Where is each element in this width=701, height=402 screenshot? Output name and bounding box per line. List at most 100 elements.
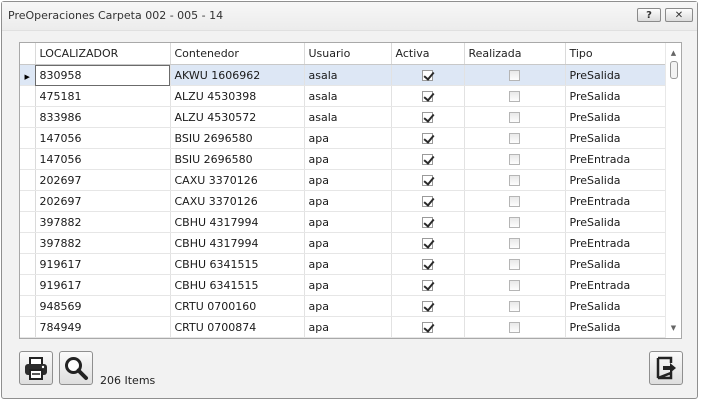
cell-contenedor[interactable]: BSIU 2696580 <box>170 127 305 149</box>
table-row[interactable]: 948569 CRTU 0700160 apa PreSalida <box>20 295 666 317</box>
cell-localizador[interactable]: 830958 <box>35 64 171 86</box>
realizada-checkbox[interactable] <box>509 217 520 228</box>
realizada-checkbox[interactable] <box>509 322 520 333</box>
cell-usuario[interactable]: apa <box>304 232 392 254</box>
cell-tipo[interactable]: PreSalida <box>565 169 666 191</box>
table-row[interactable]: 147056 BSIU 2696580 apa PreSalida <box>20 127 666 149</box>
cell-activa[interactable] <box>391 316 465 338</box>
cell-localizador[interactable]: 919617 <box>35 274 171 296</box>
activa-checkbox[interactable] <box>422 70 433 81</box>
cell-realizada[interactable] <box>464 64 566 86</box>
cell-activa[interactable] <box>391 106 465 128</box>
cell-tipo[interactable]: PreSalida <box>565 253 666 275</box>
cell-realizada[interactable] <box>464 190 566 212</box>
scroll-thumb[interactable] <box>670 61 678 79</box>
cell-tipo[interactable]: PreSalida <box>565 316 666 338</box>
cell-usuario[interactable]: apa <box>304 211 392 233</box>
cell-contenedor[interactable]: CBHU 6341515 <box>170 274 305 296</box>
activa-checkbox[interactable] <box>422 238 433 249</box>
help-button[interactable]: ? <box>637 8 661 22</box>
realizada-checkbox[interactable] <box>509 112 520 123</box>
cell-usuario[interactable]: asala <box>304 85 392 107</box>
cell-tipo[interactable]: PreSalida <box>565 127 666 149</box>
table-row[interactable]: 919617 CBHU 6341515 apa PreEntrada <box>20 274 666 296</box>
cell-activa[interactable] <box>391 211 465 233</box>
cell-tipo[interactable]: PreEntrada <box>565 232 666 254</box>
cell-localizador[interactable]: 784949 <box>35 316 171 338</box>
activa-checkbox[interactable] <box>422 217 433 228</box>
cell-realizada[interactable] <box>464 274 566 296</box>
realizada-checkbox[interactable] <box>509 70 520 81</box>
cell-localizador[interactable]: 202697 <box>35 190 171 212</box>
column-header-localizador[interactable]: LOCALIZADOR <box>35 43 171 65</box>
scroll-down-icon[interactable]: ▼ <box>666 322 681 334</box>
activa-checkbox[interactable] <box>422 280 433 291</box>
vertical-scrollbar[interactable]: ▲ ▼ <box>665 43 681 338</box>
cell-localizador[interactable]: 147056 <box>35 148 171 170</box>
realizada-checkbox[interactable] <box>509 91 520 102</box>
cell-localizador[interactable]: 147056 <box>35 127 171 149</box>
cell-activa[interactable] <box>391 295 465 317</box>
activa-checkbox[interactable] <box>422 196 433 207</box>
cell-realizada[interactable] <box>464 127 566 149</box>
cell-contenedor[interactable]: CAXU 3370126 <box>170 169 305 191</box>
cell-localizador[interactable]: 475181 <box>35 85 171 107</box>
cell-realizada[interactable] <box>464 211 566 233</box>
column-header-contenedor[interactable]: Contenedor <box>170 43 305 65</box>
cell-activa[interactable] <box>391 127 465 149</box>
realizada-checkbox[interactable] <box>509 280 520 291</box>
cell-usuario[interactable]: apa <box>304 316 392 338</box>
activa-checkbox[interactable] <box>422 91 433 102</box>
cell-realizada[interactable] <box>464 169 566 191</box>
realizada-checkbox[interactable] <box>509 301 520 312</box>
cell-localizador[interactable]: 948569 <box>35 295 171 317</box>
table-row[interactable]: 202697 CAXU 3370126 apa PreEntrada <box>20 190 666 212</box>
cell-tipo[interactable]: PreSalida <box>565 211 666 233</box>
cell-realizada[interactable] <box>464 295 566 317</box>
activa-checkbox[interactable] <box>422 154 433 165</box>
cell-localizador[interactable]: 833986 <box>35 106 171 128</box>
cell-activa[interactable] <box>391 169 465 191</box>
realizada-checkbox[interactable] <box>509 133 520 144</box>
print-button[interactable] <box>19 351 53 385</box>
column-header-tipo[interactable]: Tipo <box>565 43 666 65</box>
cell-contenedor[interactable]: CRTU 0700874 <box>170 316 305 338</box>
cell-usuario[interactable]: apa <box>304 295 392 317</box>
realizada-checkbox[interactable] <box>509 154 520 165</box>
cell-tipo[interactable]: PreEntrada <box>565 148 666 170</box>
cell-usuario[interactable]: apa <box>304 169 392 191</box>
cell-activa[interactable] <box>391 148 465 170</box>
cell-contenedor[interactable]: CRTU 0700160 <box>170 295 305 317</box>
scroll-up-icon[interactable]: ▲ <box>666 47 681 59</box>
table-row[interactable]: 784949 CRTU 0700874 apa PreSalida <box>20 316 666 338</box>
activa-checkbox[interactable] <box>422 175 433 186</box>
activa-checkbox[interactable] <box>422 322 433 333</box>
cell-tipo[interactable]: PreEntrada <box>565 274 666 296</box>
activa-checkbox[interactable] <box>422 301 433 312</box>
cell-localizador[interactable]: 202697 <box>35 169 171 191</box>
cell-localizador[interactable]: 397882 <box>35 211 171 233</box>
cell-contenedor[interactable]: CBHU 6341515 <box>170 253 305 275</box>
activa-checkbox[interactable] <box>422 259 433 270</box>
table-row[interactable]: 202697 CAXU 3370126 apa PreSalida <box>20 169 666 191</box>
cell-usuario[interactable]: apa <box>304 190 392 212</box>
cell-tipo[interactable]: PreSalida <box>565 64 666 86</box>
cell-activa[interactable] <box>391 190 465 212</box>
cell-tipo[interactable]: PreSalida <box>565 295 666 317</box>
cell-realizada[interactable] <box>464 106 566 128</box>
cell-contenedor[interactable]: AKWU 1606962 <box>170 64 305 86</box>
exit-button[interactable] <box>649 351 683 385</box>
column-header-usuario[interactable]: Usuario <box>304 43 392 65</box>
cell-realizada[interactable] <box>464 148 566 170</box>
search-button[interactable] <box>59 351 93 385</box>
cell-usuario[interactable]: apa <box>304 274 392 296</box>
cell-localizador[interactable]: 397882 <box>35 232 171 254</box>
cell-tipo[interactable]: PreSalida <box>565 85 666 107</box>
table-row[interactable]: 919617 CBHU 6341515 apa PreSalida <box>20 253 666 275</box>
realizada-checkbox[interactable] <box>509 196 520 207</box>
cell-activa[interactable] <box>391 64 465 86</box>
cell-usuario[interactable]: asala <box>304 64 392 86</box>
cell-tipo[interactable]: PreEntrada <box>565 190 666 212</box>
cell-realizada[interactable] <box>464 316 566 338</box>
cell-activa[interactable] <box>391 232 465 254</box>
